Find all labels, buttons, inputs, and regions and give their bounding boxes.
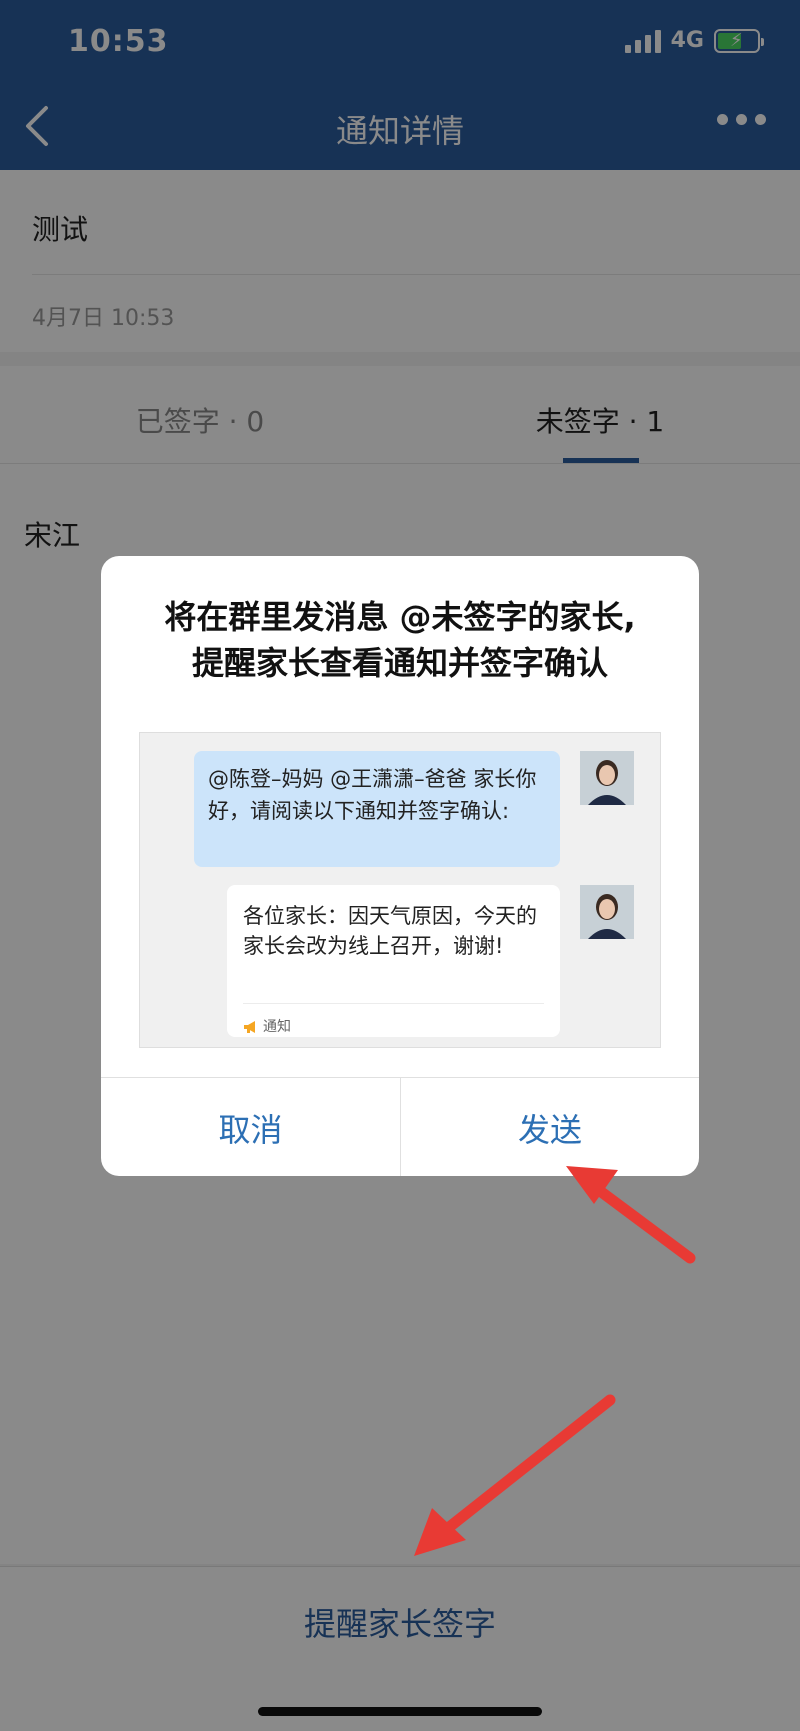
notice-tag-label: 通知 (263, 1019, 291, 1035)
megaphone-icon (244, 1021, 255, 1033)
avatar (580, 885, 634, 939)
dialog-title: 将在群里发消息 @未签字的家长, 提醒家长查看通知并签字确认 (101, 594, 699, 686)
notice-message-text: 各位家长：因天气原因，今天的家长会改为线上召开，谢谢! (243, 904, 537, 958)
dialog-title-line1: 将在群里发消息 @未签字的家长, (164, 598, 636, 636)
send-button[interactable]: 发送 (400, 1078, 699, 1176)
dialog-title-line2: 提醒家长查看通知并签字确认 (191, 644, 608, 682)
message-preview: @陈登–妈妈 @王潇潇–爸爸 家长你好，请阅读以下通知并签字确认: 各位家长：因… (139, 732, 661, 1048)
notice-tag: 通知 (243, 1003, 544, 1042)
remind-dialog: 将在群里发消息 @未签字的家长, 提醒家长查看通知并签字确认 @陈登–妈妈 @王… (101, 556, 699, 1176)
mention-message-bubble: @陈登–妈妈 @王潇潇–爸爸 家长你好，请阅读以下通知并签字确认: (194, 751, 560, 867)
dialog-buttons: 取消 发送 (101, 1077, 699, 1176)
cancel-button[interactable]: 取消 (101, 1078, 400, 1176)
avatar (580, 751, 634, 805)
notice-message-bubble: 各位家长：因天气原因，今天的家长会改为线上召开，谢谢! 通知 (227, 885, 560, 1037)
